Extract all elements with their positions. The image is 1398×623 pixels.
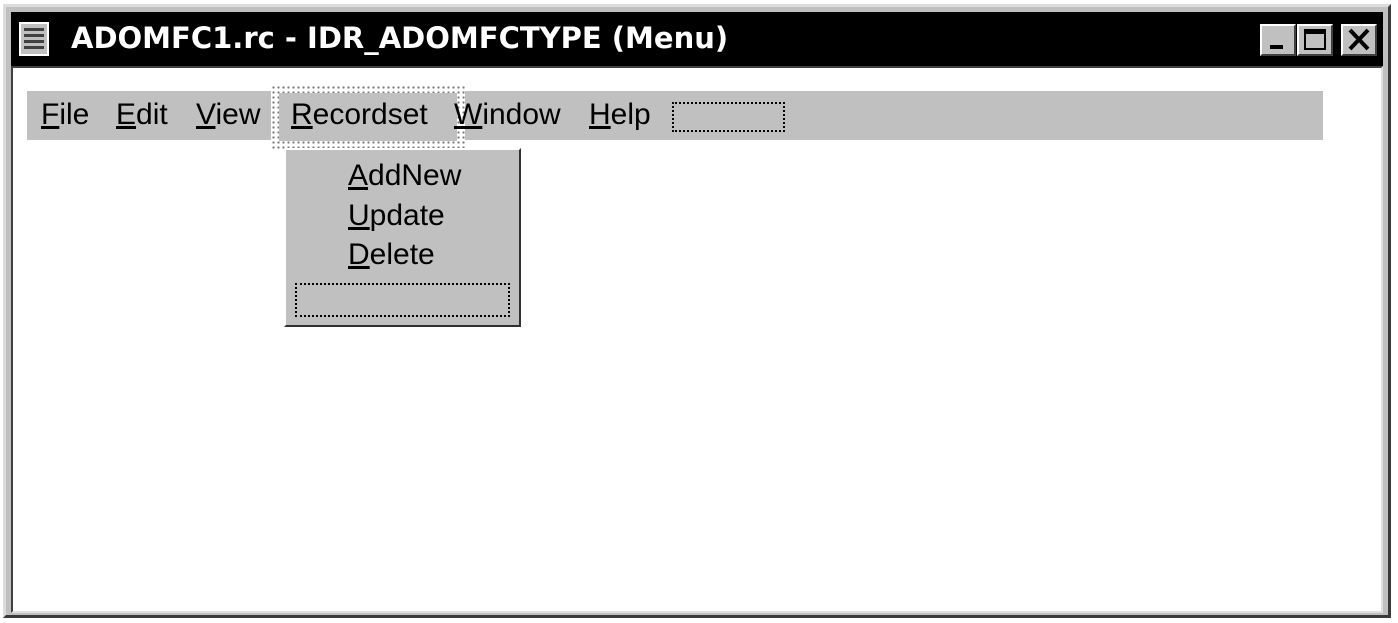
menu-edit-label: dit xyxy=(136,98,168,131)
update-accel: U xyxy=(348,199,370,232)
menu-window-label: indow xyxy=(482,98,561,131)
maximize-icon xyxy=(1304,29,1326,50)
addnew-label: ddNew xyxy=(368,159,462,192)
menu-help-accel: H xyxy=(589,98,611,131)
delete-accel: D xyxy=(348,238,370,271)
menu-file[interactable]: File xyxy=(41,98,89,132)
menu-bar: File Edit View Recordset Window Help xyxy=(27,85,1323,149)
menu-edit-accel: E xyxy=(116,98,137,131)
addnew-accel: A xyxy=(348,159,369,192)
menu-help[interactable]: Help xyxy=(589,98,651,132)
menu-window-accel: W xyxy=(454,98,483,131)
menu-recordset-label: ecordset xyxy=(312,98,428,131)
menu-file-accel: F xyxy=(41,98,60,131)
menu-editor-canvas[interactable]: File Edit View Recordset Window Help xyxy=(11,66,1383,613)
menu-view-label: iew xyxy=(215,98,261,131)
maximize-button[interactable] xyxy=(1297,24,1333,56)
menu-help-label: elp xyxy=(610,98,651,131)
close-icon xyxy=(1348,28,1370,51)
dropdown-item-delete[interactable]: Delete xyxy=(348,238,435,272)
menu-file-label: ile xyxy=(59,98,90,131)
delete-label: elete xyxy=(369,238,435,271)
close-button[interactable] xyxy=(1341,24,1377,56)
resource-file-icon[interactable] xyxy=(19,22,49,56)
menu-view[interactable]: View xyxy=(196,98,260,132)
menu-window[interactable]: Window xyxy=(454,98,561,132)
dropdown-item-update[interactable]: Update xyxy=(348,199,445,233)
new-dropdown-item-placeholder[interactable] xyxy=(295,283,510,317)
menu-recordset-accel: R xyxy=(291,98,313,131)
menu-view-accel: V xyxy=(196,98,216,131)
recordset-dropdown: AddNew Update Delete xyxy=(284,148,521,327)
menu-edit[interactable]: Edit xyxy=(116,98,168,132)
menu-recordset[interactable]: Recordset xyxy=(291,98,428,132)
minimize-icon xyxy=(1270,45,1283,49)
title-bar[interactable]: ADOMFC1.rc - IDR_ADOMFCTYPE (Menu) xyxy=(11,12,1383,66)
dropdown-item-addnew[interactable]: AddNew xyxy=(348,159,461,193)
minimize-button[interactable] xyxy=(1260,24,1296,56)
menu-editor-window: ADOMFC1.rc - IDR_ADOMFCTYPE (Menu) File xyxy=(3,4,1391,618)
update-label: pdate xyxy=(369,199,445,232)
window-title: ADOMFC1.rc - IDR_ADOMFCTYPE (Menu) xyxy=(71,21,729,55)
new-menu-item-placeholder[interactable] xyxy=(672,102,785,132)
